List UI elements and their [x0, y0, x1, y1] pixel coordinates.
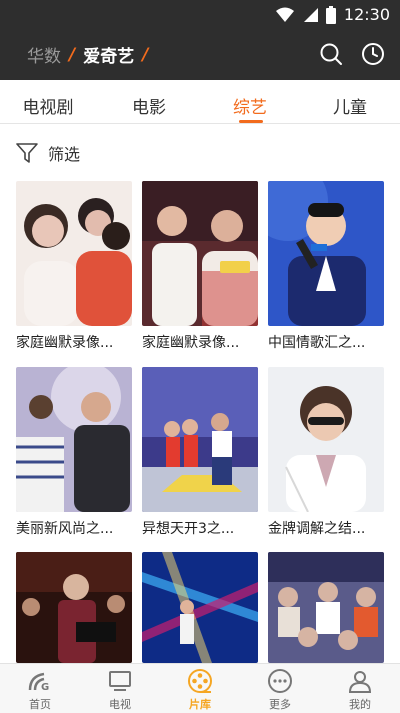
signal-icon — [303, 8, 318, 22]
card-thumbnail[interactable] — [16, 181, 132, 326]
bottom-navigation: G 首页 电视 片库 更多 我的 — [0, 663, 400, 713]
svg-text:G: G — [41, 682, 49, 693]
history-clock-icon[interactable] — [361, 42, 385, 66]
tab-movies[interactable]: 电影 — [109, 93, 189, 118]
content-card[interactable]: 家庭幽默录像... — [16, 181, 132, 352]
card-title: 异想天开3之... — [142, 521, 235, 537]
content-card[interactable]: 家庭幽默录像... — [142, 181, 258, 352]
brand-iqiyi[interactable]: 爱奇艺 — [83, 42, 134, 67]
content-card[interactable]: 异想天开3之... — [142, 367, 258, 538]
brand-slash: / — [142, 44, 149, 65]
card-thumbnail[interactable] — [142, 367, 258, 512]
card-title: 金牌调解之结... — [268, 521, 366, 537]
nav-mine[interactable]: 我的 — [330, 668, 390, 712]
card-title: 家庭幽默录像... — [142, 335, 240, 351]
tab-variety[interactable]: 综艺 — [210, 93, 290, 118]
card-title: 家庭幽默录像... — [16, 335, 114, 351]
home-icon: G — [28, 672, 49, 693]
brand-huashu[interactable]: 华数 — [27, 42, 61, 67]
card-thumbnail[interactable] — [268, 367, 384, 512]
tab-kids[interactable]: 儿童 — [310, 93, 390, 118]
nav-more-label: 更多 — [269, 698, 291, 711]
card-title: 美丽新风尚之... — [16, 521, 114, 537]
content-card[interactable]: 美丽新风尚之... — [16, 367, 132, 538]
brand-slash: / — [69, 44, 76, 65]
nav-more[interactable]: 更多 — [250, 668, 310, 712]
nav-library[interactable]: 片库 — [170, 668, 230, 712]
card-thumbnail[interactable] — [268, 181, 384, 326]
content-card[interactable]: 金牌调解之结... — [268, 367, 384, 538]
nav-home[interactable]: G 首页 — [10, 668, 70, 712]
status-bar: 12:30 — [0, 0, 400, 30]
content-card[interactable] — [16, 552, 132, 663]
nav-home-label: 首页 — [29, 698, 51, 711]
active-tab-indicator — [239, 120, 263, 123]
nav-tv[interactable]: 电视 — [90, 668, 150, 712]
person-icon — [348, 671, 372, 693]
status-icons: 12:30 — [275, 5, 390, 25]
wifi-icon — [275, 7, 294, 22]
filter-button[interactable]: 筛选 — [16, 141, 80, 165]
brand-switcher: 华数 / 爱奇艺 / — [27, 42, 149, 68]
more-icon — [268, 669, 292, 693]
search-icon[interactable] — [319, 42, 343, 66]
card-thumbnail[interactable] — [16, 552, 132, 663]
app-header: 华数 / 爱奇艺 / — [0, 30, 400, 80]
card-title: 中国情歌汇之... — [268, 335, 366, 351]
nav-tv-label: 电视 — [109, 698, 131, 711]
filter-funnel-icon — [16, 143, 38, 163]
card-thumbnail[interactable] — [16, 367, 132, 512]
category-tabs: 电视剧 电影 综艺 儿童 — [0, 80, 400, 124]
filter-label: 筛选 — [48, 145, 81, 164]
card-thumbnail[interactable] — [142, 181, 258, 326]
film-reel-icon — [188, 669, 212, 693]
content-card[interactable] — [142, 552, 258, 663]
content-card[interactable]: 中国情歌汇之... — [268, 181, 384, 352]
tv-icon — [109, 671, 131, 691]
card-thumbnail[interactable] — [142, 552, 258, 663]
status-time: 12:30 — [343, 5, 390, 24]
battery-icon — [325, 6, 336, 24]
tab-tv-series[interactable]: 电视剧 — [8, 93, 88, 118]
card-thumbnail[interactable] — [268, 552, 384, 663]
nav-library-label: 片库 — [189, 698, 211, 711]
nav-mine-label: 我的 — [349, 698, 371, 711]
content-card[interactable] — [268, 552, 384, 663]
